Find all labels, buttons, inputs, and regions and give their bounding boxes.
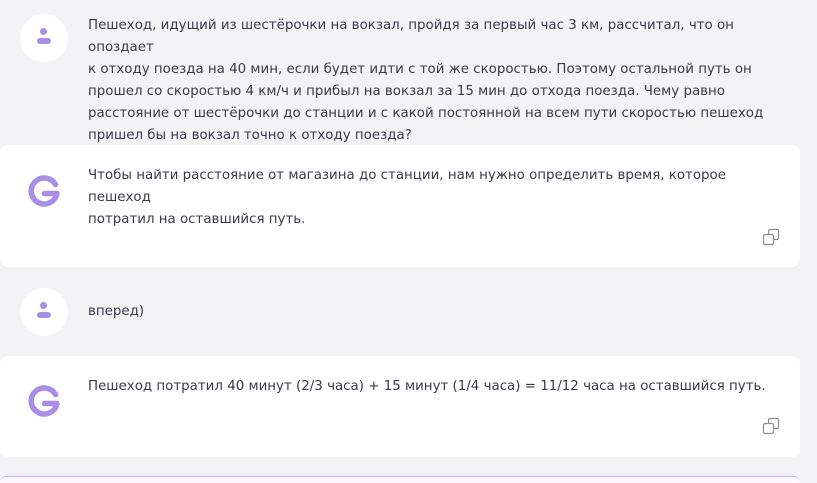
g-logo-icon <box>28 385 60 417</box>
user-message: вперед) <box>0 278 800 348</box>
user-avatar <box>20 288 68 336</box>
assistant-message-text: Пешеход потратил 40 минут (2/3 часа) + 1… <box>88 379 766 394</box>
user-message: Пешеход, идущий из шестёрочки на вокзал,… <box>0 0 800 143</box>
user-avatar <box>20 14 68 62</box>
g-logo-icon <box>28 175 60 207</box>
user-message-text: Пешеход, идущий из шестёрочки на вокзал,… <box>88 18 764 143</box>
assistant-message: Пешеход потратил 40 минут (2/3 часа) + 1… <box>0 356 800 457</box>
user-message-text: вперед) <box>88 304 145 319</box>
assistant-message: Чтобы найти расстояние от магазина до ст… <box>0 145 800 267</box>
copy-icon[interactable] <box>762 228 780 246</box>
input-area-edge <box>0 476 800 483</box>
assistant-message-text: Чтобы найти расстояние от магазина до ст… <box>88 168 726 227</box>
copy-icon[interactable] <box>762 417 780 435</box>
